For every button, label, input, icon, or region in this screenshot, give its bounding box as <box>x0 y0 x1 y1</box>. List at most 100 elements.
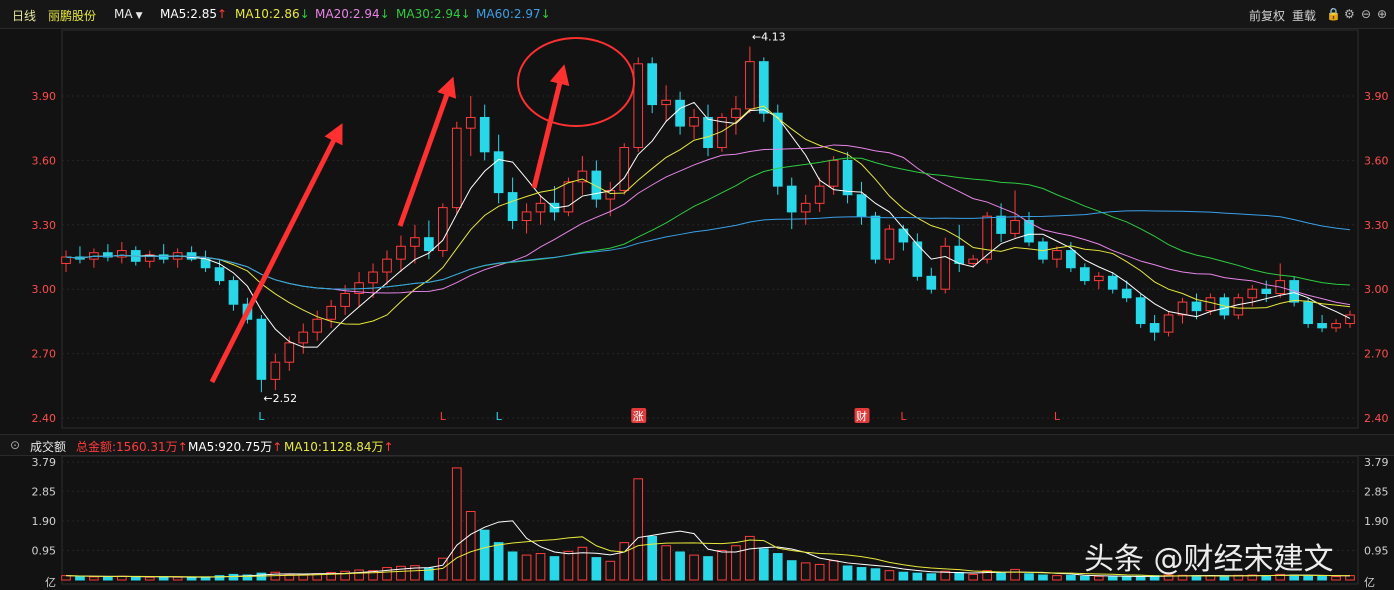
candle-body <box>368 271 378 284</box>
volume-bar <box>521 554 532 581</box>
candle-body <box>1121 288 1132 299</box>
price-tick-left: 3.00 <box>32 283 57 296</box>
volume-bar <box>186 577 197 581</box>
volume-bar <box>828 560 839 581</box>
volume-bar <box>340 570 350 581</box>
candle-body <box>1317 323 1327 329</box>
candle-body <box>1135 297 1146 325</box>
volume-bar <box>172 576 183 581</box>
candle-body <box>1233 297 1244 316</box>
volume-bar <box>158 576 169 581</box>
candle-body <box>270 361 281 380</box>
volume-bar <box>898 571 909 581</box>
ma30-line <box>65 157 1351 290</box>
candle-body <box>382 258 392 273</box>
volume-bar <box>661 545 671 581</box>
candle-body <box>1205 297 1216 312</box>
candle-body <box>940 245 951 290</box>
candle-body <box>563 181 574 213</box>
trend-arrow <box>531 64 570 189</box>
candle-body <box>326 305 337 320</box>
volume-bar <box>926 573 937 581</box>
candle-body <box>926 275 937 290</box>
candle-body <box>1010 220 1020 234</box>
candle-body <box>1177 301 1188 316</box>
volume-bar <box>954 572 965 581</box>
volume-bar <box>144 576 155 581</box>
volume-tick-left: 1.90 <box>32 515 57 528</box>
volume-tick-right: 亿 <box>1364 576 1375 589</box>
volume-bar <box>298 574 309 581</box>
candle-body <box>1163 314 1174 333</box>
candle-body <box>1247 288 1258 299</box>
candle-body <box>521 211 532 222</box>
price-tick-right: 2.70 <box>1364 348 1389 361</box>
volume-bar <box>591 557 602 581</box>
volume-bar <box>354 569 364 581</box>
candle-body <box>619 147 630 191</box>
price-tick-right: 3.00 <box>1364 283 1389 296</box>
volume-bar <box>103 576 113 581</box>
price-tick-left: 3.90 <box>32 90 57 103</box>
volume-tick-right: 1.90 <box>1364 515 1389 528</box>
price-tick-right: 3.30 <box>1364 219 1389 232</box>
volume-bar <box>772 553 783 581</box>
price-frame <box>61 29 1359 429</box>
volume-bar <box>996 572 1006 581</box>
volume-bar <box>75 575 85 581</box>
candle-body <box>437 207 448 252</box>
volume-bar <box>1010 568 1020 581</box>
volume-bar <box>1345 575 1355 581</box>
price-tick-right: 3.60 <box>1364 154 1389 167</box>
candle-body <box>814 185 825 204</box>
candle-body <box>228 280 239 305</box>
volume-bar <box>451 467 462 581</box>
volume-bar <box>605 560 616 581</box>
low-price-label: ←2.52 <box>263 392 297 405</box>
candle-body <box>410 237 420 247</box>
candle-body <box>1093 275 1104 282</box>
signal-marker: L <box>258 410 265 423</box>
volume-bar <box>549 556 560 581</box>
price-tick-right: 2.40 <box>1364 412 1389 425</box>
candle-body <box>298 331 309 344</box>
volume-bar <box>89 576 99 581</box>
candle-body <box>340 292 350 307</box>
volume-bar <box>689 554 699 581</box>
volume-bar <box>228 573 239 581</box>
candle-body <box>284 342 295 363</box>
candle-body <box>479 116 490 153</box>
peak-circle <box>517 37 635 127</box>
volume-bar <box>382 567 392 581</box>
kline-chart[interactable]: 3.90 3.90 3.60 3.60 3.30 3.30 3.00 3.00 2.70 2.70… <box>0 0 1394 590</box>
candle-body <box>786 185 797 213</box>
signal-marker: L <box>900 410 907 423</box>
candle-body <box>996 215 1006 234</box>
candle-body <box>1303 301 1313 325</box>
candle-body <box>1345 314 1355 325</box>
candle-body <box>758 61 769 114</box>
candle-body <box>968 258 979 264</box>
volume-bar <box>507 551 518 581</box>
volume-bar <box>703 556 713 581</box>
candle-body <box>312 318 323 333</box>
price-tick-right: 3.90 <box>1364 90 1389 103</box>
candle-body <box>200 258 211 269</box>
volume-bar <box>563 550 574 581</box>
candle-body <box>661 99 671 106</box>
candle-body <box>535 202 546 213</box>
candle-body <box>745 61 755 110</box>
volume-bar <box>130 576 141 581</box>
watermark: 头条 @财经宋建文 <box>1084 542 1334 577</box>
candle-body <box>424 237 434 252</box>
volume-tick-left: 2.85 <box>32 485 57 498</box>
volume-bar <box>647 535 658 581</box>
candle-body <box>675 99 685 127</box>
candle-body <box>1261 288 1272 294</box>
price-tick-left: 3.60 <box>32 154 57 167</box>
candle-body <box>1079 267 1090 282</box>
volume-bar <box>61 575 71 581</box>
volume-tick-right: 3.79 <box>1364 456 1389 469</box>
volume-bar <box>1052 575 1062 581</box>
volume-bar <box>745 535 755 581</box>
